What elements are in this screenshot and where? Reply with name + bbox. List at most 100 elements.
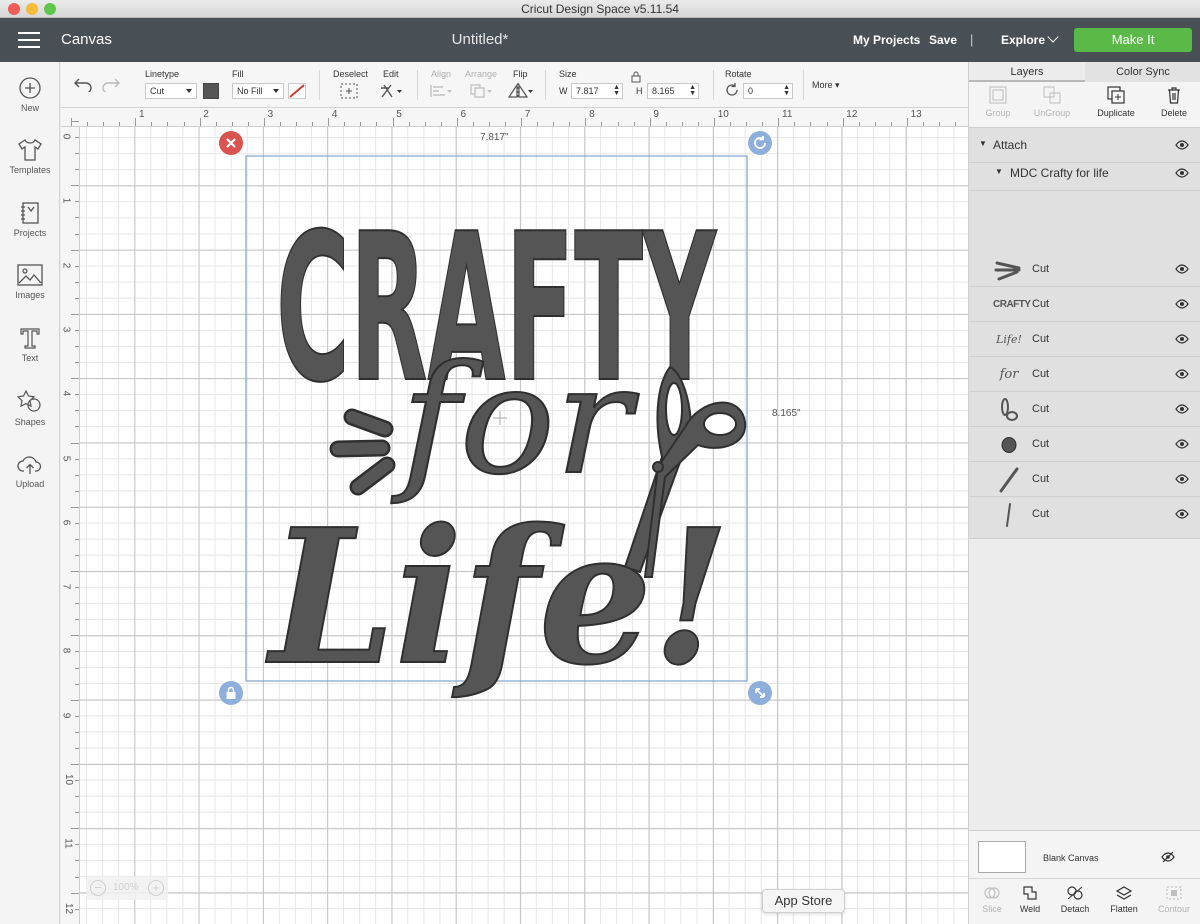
layer-item[interactable]: Cut bbox=[969, 392, 1200, 427]
ruler-tick bbox=[167, 122, 169, 126]
sidebar-item-label: Templates bbox=[9, 165, 51, 175]
ruler-tick bbox=[87, 122, 89, 126]
chevron-down-icon[interactable] bbox=[1047, 31, 1059, 43]
arrange-icon[interactable] bbox=[469, 83, 495, 99]
redo-icon[interactable] bbox=[101, 76, 121, 92]
deselect-icon[interactable] bbox=[340, 83, 358, 99]
weld-button[interactable]: Weld bbox=[1007, 885, 1053, 914]
ruler-tick bbox=[263, 118, 265, 126]
align-icon[interactable] bbox=[429, 83, 455, 99]
blank-canvas-row[interactable]: Blank Canvas bbox=[969, 830, 1200, 878]
layer-item[interactable]: Life! Cut bbox=[969, 322, 1200, 357]
blank-canvas-swatch[interactable] bbox=[978, 841, 1026, 873]
duplicate-button[interactable]: Duplicate bbox=[1087, 86, 1145, 118]
attach-label: Attach bbox=[993, 138, 1028, 152]
cloud-upload-icon bbox=[17, 456, 42, 474]
eye-icon[interactable] bbox=[1175, 509, 1189, 519]
flatten-button[interactable]: Flatten bbox=[1101, 885, 1147, 914]
eye-icon[interactable] bbox=[1175, 404, 1189, 414]
eye-icon[interactable] bbox=[1175, 140, 1189, 150]
my-projects-link[interactable]: My Projects bbox=[853, 33, 920, 47]
width-input[interactable]: 7.817 ▲ ▼ bbox=[571, 83, 623, 99]
group-button[interactable]: Group bbox=[969, 86, 1027, 118]
layer-group-row[interactable]: ▼ MDC Crafty for life bbox=[969, 156, 1200, 191]
sidebar-item-upload[interactable]: Upload bbox=[0, 452, 60, 508]
eye-icon[interactable] bbox=[1175, 334, 1189, 344]
fill-select[interactable]: No Fill bbox=[232, 83, 284, 99]
ruler-mark-label: 4 bbox=[331, 109, 338, 120]
lock-aspect-icon[interactable] bbox=[631, 71, 641, 83]
eye-icon[interactable] bbox=[1175, 439, 1189, 449]
toolbar-divider bbox=[545, 70, 546, 100]
eye-icon[interactable] bbox=[1175, 168, 1189, 178]
width-stepper-icon[interactable]: ▲ ▼ bbox=[613, 84, 620, 97]
app-store-tooltip[interactable]: App Store bbox=[762, 889, 845, 913]
toolbar-divider bbox=[417, 70, 418, 100]
ruler-mark-label: 8 bbox=[589, 109, 595, 120]
layer-item[interactable]: for Cut bbox=[969, 357, 1200, 392]
rotate-stepper-icon[interactable]: ▲ ▼ bbox=[783, 84, 790, 97]
align-label: Align bbox=[431, 69, 452, 79]
design-artwork[interactable]: CRAFTY for Life! bbox=[80, 127, 968, 924]
tab-layers[interactable]: Layers bbox=[969, 62, 1085, 82]
layer-item[interactable]: Cut bbox=[969, 497, 1200, 539]
eye-icon[interactable] bbox=[1175, 264, 1189, 274]
detach-button[interactable]: Detach bbox=[1052, 885, 1098, 914]
ruler-tick bbox=[521, 118, 523, 126]
contour-button[interactable]: Contour bbox=[1151, 885, 1197, 914]
explore-link[interactable]: Explore bbox=[1001, 33, 1045, 47]
delete-handle[interactable] bbox=[219, 131, 243, 155]
ruler-mark-label: 9 bbox=[653, 109, 659, 120]
rotate-handle[interactable] bbox=[748, 131, 772, 155]
flip-icon[interactable] bbox=[507, 83, 535, 99]
ungroup-button[interactable]: UnGroup bbox=[1023, 86, 1081, 118]
rotate-input[interactable]: 0 ▲ ▼ bbox=[743, 83, 793, 99]
linetype-color-swatch[interactable] bbox=[203, 83, 219, 99]
ungroup-label: UnGroup bbox=[1033, 108, 1071, 118]
tab-color-sync[interactable]: Color Sync bbox=[1085, 62, 1200, 82]
layer-item[interactable]: CRAFTY Cut bbox=[969, 287, 1200, 322]
ruler-tick bbox=[826, 122, 828, 126]
caret-down-icon[interactable]: ▼ bbox=[995, 167, 1003, 176]
ruler-tick bbox=[71, 764, 79, 765]
width-dimension-label: 7.817" bbox=[480, 132, 509, 143]
ruler-tick bbox=[633, 122, 635, 126]
undo-icon[interactable] bbox=[73, 76, 93, 92]
delete-button[interactable]: Delete bbox=[1145, 86, 1200, 118]
ruler-tick bbox=[75, 715, 79, 717]
sidebar-item-shapes[interactable]: Shapes bbox=[0, 388, 60, 444]
layer-item[interactable]: Cut bbox=[969, 427, 1200, 462]
ruler-tick bbox=[344, 122, 346, 126]
eye-icon[interactable] bbox=[1175, 299, 1189, 309]
height-stepper-icon[interactable]: ▲ ▼ bbox=[689, 84, 696, 97]
for-text[interactable]: for bbox=[389, 333, 640, 509]
height-input[interactable]: 8.165 ▲ ▼ bbox=[647, 83, 699, 99]
ruler-tick bbox=[75, 619, 79, 621]
edit-tools-icon[interactable] bbox=[379, 82, 405, 100]
eye-icon[interactable] bbox=[1175, 474, 1189, 484]
resize-handle[interactable] bbox=[748, 681, 772, 705]
save-link[interactable]: Save bbox=[929, 33, 957, 47]
no-fill-swatch-icon[interactable] bbox=[288, 83, 306, 99]
ruler-tick bbox=[697, 122, 699, 126]
eye-icon[interactable] bbox=[1175, 369, 1189, 379]
eye-hidden-icon[interactable] bbox=[1161, 851, 1175, 863]
sidebar-item-projects[interactable]: Projects bbox=[0, 201, 60, 257]
size-label: Size bbox=[559, 69, 577, 79]
lock-handle[interactable] bbox=[219, 681, 243, 705]
layer-item[interactable]: Cut bbox=[969, 462, 1200, 497]
life-text[interactable]: Life! bbox=[264, 487, 731, 707]
zoom-out-button[interactable]: − bbox=[90, 880, 106, 896]
sidebar-item-new[interactable]: New bbox=[0, 76, 60, 132]
caret-down-icon[interactable]: ▼ bbox=[979, 139, 987, 148]
sidebar-item-text[interactable]: Text bbox=[0, 326, 60, 382]
document-title[interactable]: Untitled* bbox=[0, 31, 960, 48]
more-button[interactable]: More ▾ bbox=[812, 80, 840, 91]
sidebar-item-images[interactable]: Images bbox=[0, 263, 60, 319]
make-it-button[interactable]: Make It bbox=[1074, 28, 1192, 52]
sidebar-item-templates[interactable]: Templates bbox=[0, 138, 60, 194]
design-canvas[interactable]: CRAFTY for Life! 7.817" 8.165" bbox=[80, 127, 968, 924]
linetype-select[interactable]: Cut bbox=[145, 83, 197, 99]
zoom-in-button[interactable]: + bbox=[148, 880, 164, 896]
layer-item[interactable]: Cut bbox=[969, 252, 1200, 287]
